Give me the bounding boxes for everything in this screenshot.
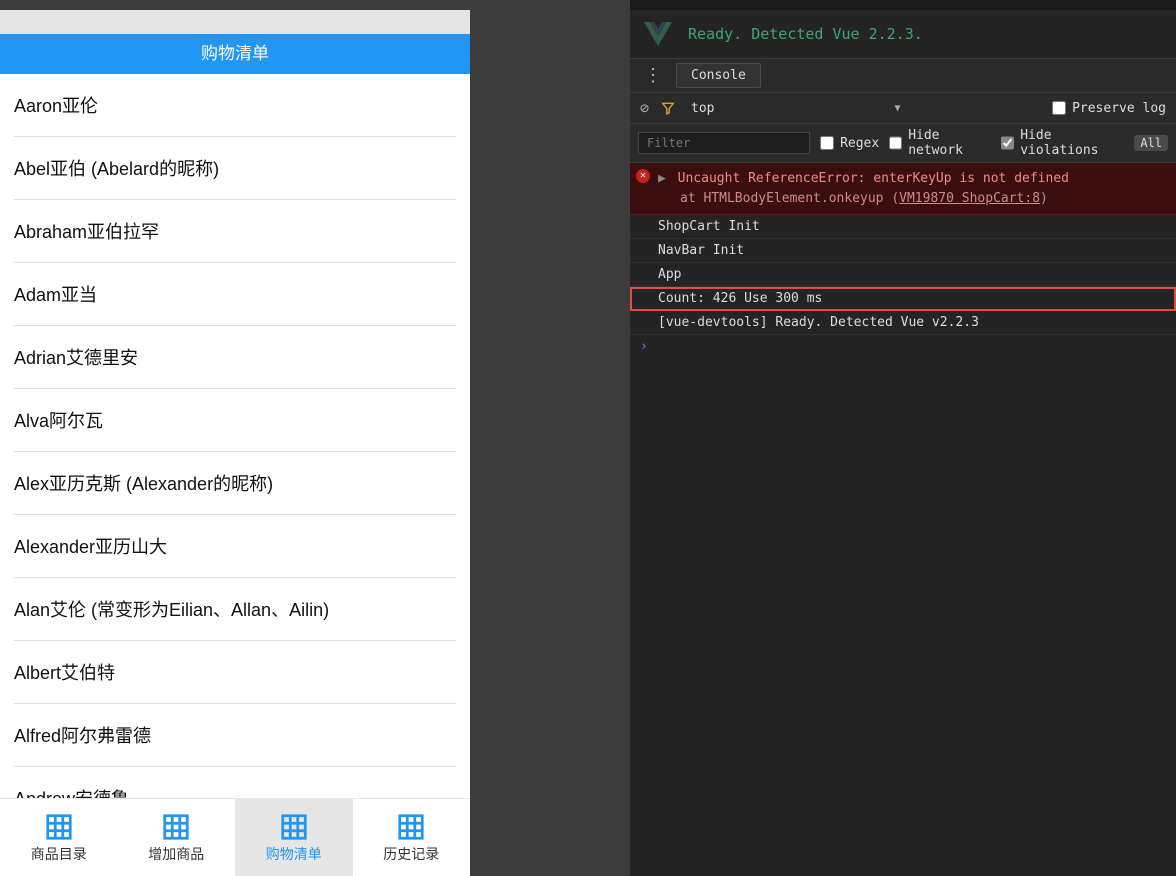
bottom-navbar: 商品目录 增加商品 购物清单 历史记录 [0, 798, 470, 876]
console-output[interactable]: ✕ ▶ Uncaught ReferenceError: enterKeyUp … [630, 163, 1176, 876]
list-item[interactable]: Aaron亚伦 [14, 74, 456, 137]
devtools-panel: Ready. Detected Vue 2.2.3. ⋮ Console ⊘ t… [630, 0, 1176, 876]
vue-ready-text: Ready. Detected Vue 2.2.3. [688, 25, 923, 43]
nav-item-catalog[interactable]: 商品目录 [0, 799, 118, 876]
list-item[interactable]: Andrew安德鲁 [14, 767, 456, 798]
console-prompt[interactable]: › [630, 335, 1176, 358]
list-item[interactable]: Adrian艾德里安 [14, 326, 456, 389]
list-item[interactable]: Alexander亚历山大 [14, 515, 456, 578]
console-toolbar: ⊘ top ▼ Preserve log [630, 93, 1176, 124]
error-stack-suffix: ) [1040, 191, 1048, 206]
list-item[interactable]: Abraham亚伯拉罕 [14, 200, 456, 263]
regex-toggle[interactable]: Regex [820, 136, 879, 151]
console-filterbar: Regex Hide network Hide violations All [630, 124, 1176, 163]
regex-label: Regex [840, 136, 879, 151]
list-item[interactable]: Abel亚伯 (Abelard的昵称) [14, 137, 456, 200]
console-log-highlighted[interactable]: Count: 426 Use 300 ms [630, 287, 1176, 311]
more-icon[interactable]: ⋮ [640, 65, 666, 86]
hide-violations-toggle[interactable]: Hide violations [1001, 128, 1124, 158]
error-stack-prefix: at HTMLBodyElement.onkeyup ( [680, 191, 899, 206]
list-item[interactable]: Alan艾伦 (常变形为Eilian、Allan、Ailin) [14, 578, 456, 641]
nav-item-cart[interactable]: 购物清单 [235, 799, 353, 876]
chevron-down-icon: ▼ [895, 103, 901, 114]
filter-input[interactable] [638, 132, 810, 154]
panes-gap [470, 0, 630, 876]
clear-console-icon[interactable]: ⊘ [640, 99, 649, 117]
preserve-log-checkbox[interactable] [1052, 101, 1066, 115]
grid-icon [44, 812, 74, 842]
console-error[interactable]: ✕ ▶ Uncaught ReferenceError: enterKeyUp … [630, 163, 1176, 215]
console-log[interactable]: ShopCart Init [630, 215, 1176, 239]
list-item[interactable]: Albert艾伯特 [14, 641, 456, 704]
console-log[interactable]: [vue-devtools] Ready. Detected Vue v2.2.… [630, 311, 1176, 335]
list-item[interactable]: Alfred阿尔弗雷德 [14, 704, 456, 767]
nav-label: 历史记录 [383, 844, 439, 864]
nav-item-add[interactable]: 增加商品 [118, 799, 236, 876]
list-item[interactable]: Adam亚当 [14, 263, 456, 326]
hide-network-checkbox[interactable] [889, 136, 902, 150]
mobile-viewport: 购物清单 Aaron亚伦 Abel亚伯 (Abelard的昵称) Abraham… [0, 0, 470, 876]
page-title: 购物清单 [0, 34, 470, 74]
error-message: Uncaught ReferenceError: enterKeyUp is n… [678, 171, 1069, 186]
regex-checkbox[interactable] [820, 136, 834, 150]
nav-label: 商品目录 [31, 844, 87, 864]
list-item[interactable]: Alex亚历克斯 (Alexander的昵称) [14, 452, 456, 515]
shopping-list[interactable]: Aaron亚伦 Abel亚伯 (Abelard的昵称) Abraham亚伯拉罕 … [0, 74, 470, 798]
tab-console[interactable]: Console [676, 63, 761, 88]
error-icon: ✕ [636, 169, 650, 183]
hide-network-toggle[interactable]: Hide network [889, 128, 991, 158]
nav-label: 购物清单 [266, 844, 322, 864]
list-item[interactable]: Alva阿尔瓦 [14, 389, 456, 452]
nav-label: 增加商品 [148, 844, 204, 864]
preserve-log-toggle[interactable]: Preserve log [1052, 101, 1166, 116]
console-log[interactable]: NavBar Init [630, 239, 1176, 263]
vue-devtools-banner: Ready. Detected Vue 2.2.3. [630, 10, 1176, 58]
hide-network-label: Hide network [908, 128, 991, 158]
grid-icon [396, 812, 426, 842]
status-bar-grey [0, 10, 470, 34]
filter-icon[interactable] [661, 101, 675, 115]
error-source-link[interactable]: VM19870 ShopCart:8 [899, 191, 1040, 206]
context-selector[interactable]: top [691, 101, 714, 116]
nav-item-history[interactable]: 历史记录 [353, 799, 471, 876]
expand-icon[interactable]: ▶ [658, 171, 666, 186]
level-all-pill[interactable]: All [1134, 135, 1168, 151]
vue-logo-icon [644, 20, 672, 48]
devtools-tabbar: ⋮ Console [630, 58, 1176, 93]
dark-strip [630, 0, 1176, 10]
grid-icon [161, 812, 191, 842]
grid-icon [279, 812, 309, 842]
hide-violations-label: Hide violations [1020, 128, 1124, 158]
hide-violations-checkbox[interactable] [1001, 136, 1014, 150]
preserve-log-label: Preserve log [1072, 101, 1166, 116]
console-log[interactable]: App [630, 263, 1176, 287]
